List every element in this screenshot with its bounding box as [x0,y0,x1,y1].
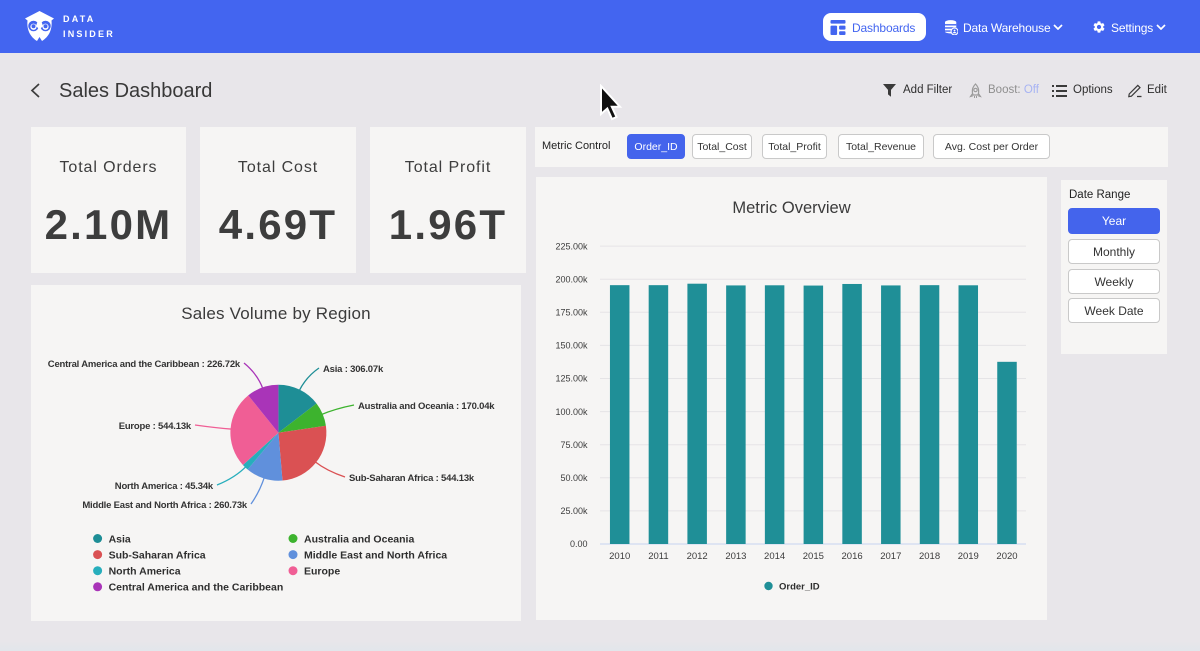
svg-text:2011: 2011 [648,551,668,562]
svg-text:Europe: Europe [304,566,340,578]
svg-text:2010: 2010 [609,551,630,562]
svg-text:25.00k: 25.00k [560,506,588,516]
svg-text:2016: 2016 [842,551,863,562]
svg-text:100.00k: 100.00k [555,407,588,417]
svg-text:Australia and Oceania : 170.04: Australia and Oceania : 170.04k [358,401,495,412]
svg-text:2014: 2014 [764,551,785,562]
svg-text:Central America and the Caribb: Central America and the Caribbean [109,582,284,594]
svg-text:Sub-Saharan Africa : 544.13k: Sub-Saharan Africa : 544.13k [349,473,475,484]
svg-text:2015: 2015 [803,551,824,562]
svg-text:125.00k: 125.00k [555,374,588,384]
svg-text:2017: 2017 [880,551,901,562]
svg-text:North America: North America [109,566,181,578]
svg-text:225.00k: 225.00k [555,241,588,251]
svg-text:Order_ID: Order_ID [779,582,820,593]
svg-text:2020: 2020 [996,551,1017,562]
svg-text:Central America and the Caribb: Central America and the Caribbean : 226.… [48,359,241,370]
svg-text:2013: 2013 [725,551,746,562]
svg-text:2012: 2012 [687,551,708,562]
svg-text:75.00k: 75.00k [560,440,588,450]
svg-text:Middle East and North Africa: Middle East and North Africa [304,549,447,561]
svg-text:50.00k: 50.00k [560,473,588,483]
svg-text:Australia and Oceania: Australia and Oceania [304,533,414,545]
svg-text:Sub-Saharan Africa: Sub-Saharan Africa [109,549,206,561]
svg-text:Middle East and North Africa :: Middle East and North Africa : 260.73k [82,500,248,511]
svg-text:2019: 2019 [958,551,979,562]
svg-text:Europe : 544.13k: Europe : 544.13k [119,421,192,432]
svg-text:2018: 2018 [919,551,940,562]
svg-text:North America : 45.34k: North America : 45.34k [115,481,214,492]
svg-text:Asia : 306.07k: Asia : 306.07k [323,364,384,375]
svg-text:175.00k: 175.00k [555,308,588,318]
svg-text:Asia: Asia [109,533,131,545]
svg-text:150.00k: 150.00k [555,341,588,351]
svg-text:0.00: 0.00 [570,539,588,549]
svg-text:200.00k: 200.00k [555,274,588,284]
